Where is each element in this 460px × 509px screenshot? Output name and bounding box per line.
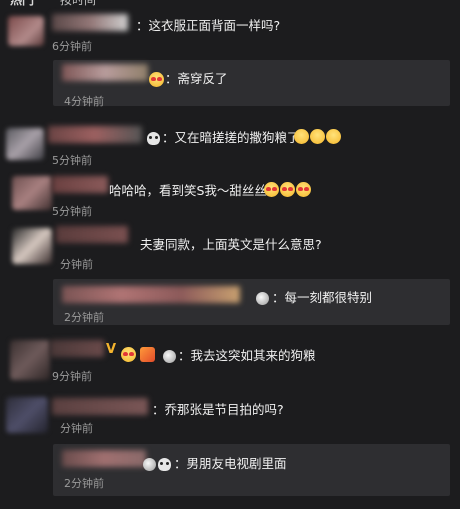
header-sort-hot[interactable]: 热门	[10, 0, 34, 8]
medal-icon	[163, 346, 176, 365]
reply-username[interactable]	[62, 286, 240, 303]
comment-text: ：又在暗搓搓的撒狗粮了	[162, 130, 300, 145]
username[interactable]	[52, 14, 128, 31]
fan-badge-icon	[149, 69, 165, 88]
comment-text: ：我去这突如其来的狗粮	[178, 348, 316, 363]
medal-icon	[143, 454, 156, 473]
avatar[interactable]	[6, 128, 44, 160]
reply-time: 4分钟前	[64, 95, 104, 108]
skull-icon	[147, 128, 160, 147]
comment-time: 5分钟前	[52, 154, 92, 167]
comment-time: 分钟前	[60, 258, 93, 271]
grin-emoji-icons	[294, 126, 342, 145]
comment-time: 分钟前	[60, 422, 93, 435]
comment-time: 9分钟前	[52, 370, 92, 383]
comment-time: 5分钟前	[52, 205, 92, 218]
username[interactable]	[52, 176, 108, 193]
reply-text: ：每一刻都很特别	[272, 290, 373, 305]
reply-username[interactable]	[62, 64, 148, 81]
skull-icon	[158, 454, 171, 473]
reply-time: 2分钟前	[64, 477, 104, 490]
comment-text: ：乔那张是节目拍的吗?	[152, 402, 284, 417]
reply-time: 2分钟前	[64, 311, 104, 324]
username[interactable]	[52, 398, 148, 415]
flag-icon	[140, 344, 156, 363]
username[interactable]	[50, 340, 104, 357]
avatar[interactable]	[6, 397, 48, 433]
username[interactable]	[56, 226, 128, 243]
avatar[interactable]	[12, 228, 52, 264]
heart-eyes-emoji-icons	[264, 179, 312, 198]
avatar[interactable]	[8, 16, 44, 46]
reply-text: ：男朋友电视剧里面	[174, 456, 287, 471]
reply-username[interactable]	[62, 450, 146, 467]
header-sort-time[interactable]: 按时间	[60, 0, 96, 8]
vip-badge: V	[106, 342, 117, 357]
comment-text: 哈哈哈，看到笑S我～甜丝丝	[109, 183, 267, 198]
avatar[interactable]	[12, 176, 52, 210]
comment-text: 夫妻同款，上面英文是什么意思?	[140, 237, 322, 252]
avatar[interactable]	[10, 340, 50, 380]
comment-time: 6分钟前	[52, 40, 92, 53]
fan-badge-icon	[121, 344, 137, 363]
reply-text: ：斋穿反了	[165, 71, 228, 86]
medal-icon	[256, 288, 269, 307]
username[interactable]	[48, 126, 142, 143]
comment-text: ：这衣服正面背面一样吗?	[136, 18, 281, 33]
